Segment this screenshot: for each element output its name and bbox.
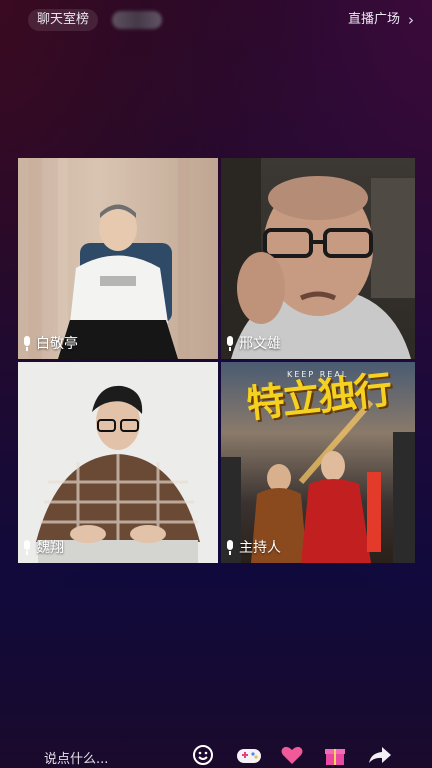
blurred-rank-value bbox=[112, 11, 162, 29]
heart-gift-icon[interactable] bbox=[280, 744, 304, 766]
participant-2-video bbox=[221, 158, 415, 359]
video-tile-4[interactable]: KEEP REAL 特立独行 主持人 bbox=[221, 362, 415, 563]
chat-room-rank-button[interactable]: 聊天室榜 bbox=[28, 9, 99, 31]
smiley-icon[interactable] bbox=[192, 744, 214, 766]
participant-name: 白敬亭 bbox=[36, 336, 78, 352]
mic-icon bbox=[22, 336, 32, 352]
participant-name: 魏翔 bbox=[36, 540, 64, 556]
participant-name-tag: 主持人 bbox=[225, 537, 281, 559]
live-plaza-link[interactable]: 直播广场 › bbox=[348, 9, 414, 31]
video-tile-3[interactable]: 魏翔 bbox=[18, 362, 218, 563]
comment-input[interactable]: 说点什么... bbox=[44, 748, 108, 767]
share-icon[interactable] bbox=[368, 744, 392, 766]
participant-1-video bbox=[28, 158, 190, 359]
mic-icon bbox=[225, 540, 235, 556]
gift-box-icon[interactable] bbox=[324, 744, 346, 766]
mic-icon bbox=[22, 540, 32, 556]
video-tile-2[interactable]: 邢文雄 bbox=[221, 158, 415, 359]
mic-icon bbox=[225, 336, 235, 352]
video-grid: 白敬亭 邢文雄 魏翔 KEEP REAL 特立独行 主持人 bbox=[18, 158, 415, 563]
participant-name: 邢文雄 bbox=[239, 336, 281, 352]
participant-name-tag: 白敬亭 bbox=[22, 333, 78, 355]
chevron-right-icon: › bbox=[408, 11, 414, 29]
participant-3-video bbox=[36, 385, 200, 563]
bottom-bar: 说点什么... bbox=[0, 740, 432, 768]
live-plaza-label: 直播广场 bbox=[347, 12, 400, 27]
participant-name-tag: 魏翔 bbox=[22, 537, 64, 559]
video-tile-1[interactable]: 白敬亭 bbox=[18, 158, 218, 359]
game-controller-icon[interactable] bbox=[236, 744, 262, 766]
chat-room-rank-label: 聊天室榜 bbox=[37, 12, 90, 27]
participant-name: 主持人 bbox=[239, 540, 281, 556]
top-bar: 聊天室榜 直播广场 › bbox=[0, 0, 432, 40]
participant-name-tag: 邢文雄 bbox=[225, 333, 281, 355]
